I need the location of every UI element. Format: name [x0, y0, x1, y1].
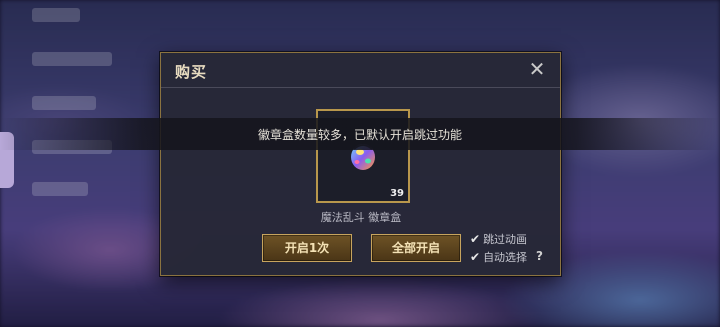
item-name: 魔法乱斗 徽章盒: [320, 211, 402, 224]
open-all-button[interactable]: 全部开启: [371, 234, 461, 262]
background-menu: [0, 0, 140, 327]
help-icon[interactable]: ?: [536, 249, 543, 263]
auto-select-label: 自动选择: [483, 251, 528, 264]
checkmark-icon: ✔: [470, 232, 481, 246]
checkmark-icon: ✔: [470, 250, 481, 264]
background-menu-item: [32, 182, 88, 196]
close-button[interactable]: ✕: [528, 59, 546, 79]
item-count: 39: [390, 188, 404, 199]
dialog-header: 购买 ✕: [161, 53, 560, 88]
open-once-button[interactable]: 开启1次: [262, 234, 352, 262]
toast-message: 徽章盒数量较多，已默认开启跳过功能: [257, 128, 462, 142]
background-menu-item: [32, 52, 112, 66]
skip-animation-checkbox[interactable]: ✔ 跳过动画: [470, 231, 528, 246]
auto-select-checkbox[interactable]: ✔ 自动选择: [470, 249, 528, 264]
toast-banner: 徽章盒数量较多，已默认开启跳过功能: [0, 118, 720, 150]
background-menu-item: [32, 96, 96, 110]
dialog-title: 购买: [175, 63, 208, 81]
purchase-dialog: 购买 ✕ 39 魔法乱斗 徽章盒 开启1次 全部开启 ✔ 跳过动画 ✔ 自动选择 ?: [160, 52, 561, 276]
skip-animation-label: 跳过动画: [483, 233, 528, 246]
background-menu-title: [32, 8, 80, 22]
